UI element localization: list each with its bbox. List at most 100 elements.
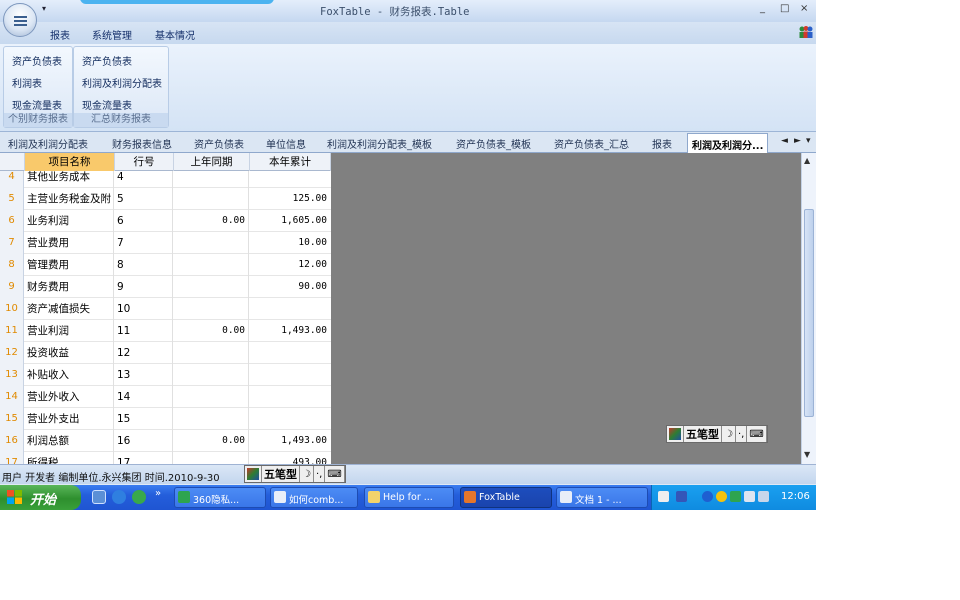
cell-line-number[interactable]: 8: [115, 254, 173, 276]
table-row[interactable]: 14 营业外收入 14: [0, 386, 331, 408]
row-number[interactable]: 15: [0, 408, 24, 430]
cell-line-number[interactable]: 6: [115, 210, 173, 232]
scroll-thumb[interactable]: [804, 209, 814, 417]
scroll-up-arrow[interactable]: ▲: [804, 156, 810, 165]
cell-current-total[interactable]: 1,605.00: [250, 210, 330, 232]
table-row[interactable]: 12 投资收益 12: [0, 342, 331, 364]
cell-current-total[interactable]: 10.00: [250, 232, 330, 254]
ime-moon-icon[interactable]: ☽: [300, 466, 314, 482]
cell-previous-period[interactable]: 0.00: [174, 320, 249, 342]
column-header-current[interactable]: 本年累计: [250, 153, 331, 171]
cell-item-name[interactable]: 营业外收入: [25, 386, 114, 408]
cell-previous-period[interactable]: 0.00: [174, 430, 249, 452]
ime-mode-label[interactable]: 五笔型: [684, 426, 722, 442]
cell-current-total[interactable]: [250, 364, 330, 386]
ime-punct-icon[interactable]: ·,: [735, 426, 748, 442]
table-row[interactable]: 9 财务费用 9 90.00: [0, 276, 331, 298]
browser-360-icon[interactable]: [132, 490, 146, 504]
tab-balance-summary[interactable]: 资产负债表_汇总: [554, 136, 629, 151]
cell-current-total[interactable]: 493.00: [250, 452, 330, 464]
cell-line-number[interactable]: 15: [115, 408, 173, 430]
tab-profit-active[interactable]: 利润及利润分...: [687, 133, 769, 153]
cell-current-total[interactable]: [250, 386, 330, 408]
task-document[interactable]: 文档 1 - ...: [556, 487, 648, 508]
qq-icon[interactable]: [716, 491, 727, 502]
cell-current-total[interactable]: 1,493.00: [250, 430, 330, 452]
row-number[interactable]: 12: [0, 342, 24, 364]
cell-item-name[interactable]: 财务费用: [25, 276, 114, 298]
quick-access-dropdown[interactable]: ▾: [42, 4, 46, 13]
table-row[interactable]: 15 营业外支出 15: [0, 408, 331, 430]
quicklaunch-more[interactable]: »: [155, 488, 161, 499]
row-number[interactable]: 17: [0, 452, 24, 464]
cell-previous-period[interactable]: [174, 452, 249, 464]
ime-mode-label[interactable]: 五笔型: [262, 466, 300, 482]
app-menu-button[interactable]: [3, 3, 37, 37]
cell-line-number[interactable]: 7: [115, 232, 173, 254]
cell-current-total[interactable]: [250, 298, 330, 320]
cell-previous-period[interactable]: [174, 298, 249, 320]
ime-moon-icon[interactable]: ☽: [722, 426, 736, 442]
maximize-button[interactable]: □: [780, 3, 789, 14]
cell-item-name[interactable]: 投资收益: [25, 342, 114, 364]
cell-previous-period[interactable]: [174, 408, 249, 430]
task-help[interactable]: Help for ...: [364, 487, 454, 508]
menu-system[interactable]: 系统管理: [92, 27, 132, 42]
users-icon[interactable]: [798, 25, 814, 39]
row-number[interactable]: 7: [0, 232, 24, 254]
menu-basic-info[interactable]: 基本情况: [155, 27, 195, 42]
column-header-line[interactable]: 行号: [115, 153, 174, 171]
cell-line-number[interactable]: 14: [115, 386, 173, 408]
cell-previous-period[interactable]: [174, 276, 249, 298]
summary-profit-distribution-button[interactable]: 利润及利润分配表: [82, 75, 162, 90]
pen-icon[interactable]: [676, 491, 687, 502]
row-number[interactable]: 9: [0, 276, 24, 298]
table-row[interactable]: 7 营业费用 7 10.00: [0, 232, 331, 254]
cell-line-number[interactable]: 10: [115, 298, 173, 320]
row-number[interactable]: 11: [0, 320, 24, 342]
row-number[interactable]: 8: [0, 254, 24, 276]
task-360-privacy[interactable]: 360隐私...: [174, 487, 266, 508]
row-number[interactable]: 5: [0, 188, 24, 210]
cell-current-total[interactable]: 125.00: [250, 188, 330, 210]
ime-tray-icon[interactable]: [658, 491, 669, 502]
cell-line-number[interactable]: 16: [115, 430, 173, 452]
cell-line-number[interactable]: 11: [115, 320, 173, 342]
cell-previous-period[interactable]: [174, 364, 249, 386]
table-row[interactable]: 6 业务利润 6 0.00 1,605.00: [0, 210, 331, 232]
row-header-corner[interactable]: [0, 153, 25, 171]
security-shield-icon[interactable]: [730, 491, 741, 502]
table-row[interactable]: 5 主营业务税金及附 5 125.00: [0, 188, 331, 210]
cell-current-total[interactable]: 90.00: [250, 276, 330, 298]
cell-previous-period[interactable]: [174, 254, 249, 276]
cell-item-name[interactable]: 营业外支出: [25, 408, 114, 430]
tab-profit-template[interactable]: 利润及利润分配表_模板: [327, 136, 432, 151]
cell-item-name[interactable]: 营业利润: [25, 320, 114, 342]
table-row[interactable]: 16 利润总额 16 0.00 1,493.00: [0, 430, 331, 452]
cell-previous-period[interactable]: [174, 232, 249, 254]
column-header-previous[interactable]: 上年同期: [174, 153, 250, 171]
tab-reports[interactable]: 报表: [652, 136, 672, 151]
help-circle-icon[interactable]: [702, 491, 713, 502]
volume-icon[interactable]: [758, 491, 769, 502]
tab-profit-distribution[interactable]: 利润及利润分配表: [8, 136, 88, 151]
tab-list-button[interactable]: ▾: [806, 136, 811, 146]
task-foxtable[interactable]: FoxTable: [460, 487, 552, 508]
cell-current-total[interactable]: [250, 342, 330, 364]
ime-logo-icon[interactable]: [245, 466, 262, 482]
cell-line-number[interactable]: 5: [115, 188, 173, 210]
ime-toolbar-floating[interactable]: 五笔型 ☽ ·, ⌨: [666, 425, 768, 443]
table-row[interactable]: 10 资产减值损失 10: [0, 298, 331, 320]
row-number[interactable]: 10: [0, 298, 24, 320]
cell-line-number[interactable]: 12: [115, 342, 173, 364]
individual-balance-sheet-button[interactable]: 资产负债表: [12, 53, 62, 68]
cell-line-number[interactable]: 9: [115, 276, 173, 298]
tab-balance-sheet[interactable]: 资产负债表: [194, 136, 244, 151]
cell-previous-period[interactable]: [174, 342, 249, 364]
cell-item-name[interactable]: 利润总额: [25, 430, 114, 452]
menu-reports[interactable]: 报表: [50, 27, 70, 42]
ime-toolbar-docked[interactable]: 五笔型 ☽ ·, ⌨: [244, 465, 346, 483]
row-number[interactable]: 16: [0, 430, 24, 452]
tab-prev-button[interactable]: ◄: [781, 136, 788, 146]
cell-current-total[interactable]: [250, 408, 330, 430]
